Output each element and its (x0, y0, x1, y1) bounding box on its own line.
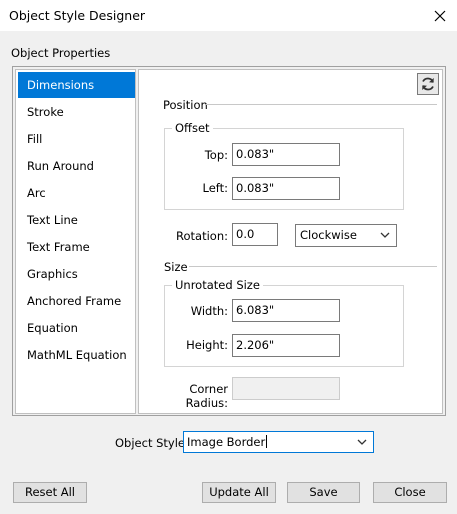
corner-radius-label: Corner Radius: (185, 382, 228, 410)
category-item-dimensions[interactable]: Dimensions (18, 72, 135, 98)
refresh-icon (422, 77, 434, 91)
unrotated-size-caption: Unrotated Size (172, 278, 263, 292)
text-caret (266, 435, 268, 448)
chevron-down-icon (357, 439, 367, 445)
rotation-label: Rotation: (176, 229, 228, 243)
width-input[interactable]: 6.083" (232, 299, 340, 322)
position-divider (206, 104, 437, 105)
category-item-equation[interactable]: Equation (18, 315, 135, 341)
update-all-button[interactable]: Update All (202, 482, 276, 503)
rotation-input[interactable]: 0.0 (232, 223, 278, 246)
rotation-direction-select[interactable]: Clockwise (295, 224, 397, 247)
object-style-label: Object Style: (115, 436, 189, 450)
title-bar: Object Style Designer (0, 0, 457, 31)
height-label: Height: (186, 338, 228, 352)
size-divider (189, 266, 437, 267)
offset-caption: Offset (172, 121, 213, 135)
category-item-anchored-frame[interactable]: Anchored Frame (18, 288, 135, 314)
category-item-fill[interactable]: Fill (18, 126, 135, 152)
close-icon (434, 10, 446, 21)
top-label: Top: (204, 148, 228, 162)
close-window-button[interactable] (423, 0, 457, 31)
left-label: Left: (202, 181, 228, 195)
object-style-value: Image Border (187, 435, 266, 449)
corner-radius-input[interactable] (232, 377, 340, 400)
width-label: Width: (190, 304, 228, 318)
category-item-run-around[interactable]: Run Around (18, 153, 135, 179)
height-input[interactable]: 2.206" (232, 334, 340, 357)
left-offset-input[interactable]: 0.083" (232, 177, 340, 200)
refresh-button[interactable] (417, 73, 439, 95)
category-item-graphics[interactable]: Graphics (18, 261, 135, 287)
category-item-mathml-equation[interactable]: MathML Equation (18, 342, 135, 368)
reset-all-button[interactable]: Reset All (13, 482, 87, 503)
object-properties-label: Object Properties (11, 46, 111, 60)
category-item-arc[interactable]: Arc (18, 180, 135, 206)
close-button[interactable]: Close (373, 482, 447, 503)
category-list[interactable]: Dimensions Stroke Fill Run Around Arc Te… (15, 69, 136, 414)
category-item-stroke[interactable]: Stroke (18, 99, 135, 125)
object-style-select[interactable]: Image Border (183, 431, 374, 453)
size-heading: Size (164, 260, 188, 274)
position-heading: Position (163, 98, 208, 112)
rotation-direction-value: Clockwise (300, 228, 357, 242)
category-item-text-line[interactable]: Text Line (18, 207, 135, 233)
save-button[interactable]: Save (287, 482, 360, 503)
top-offset-input[interactable]: 0.083" (232, 143, 340, 166)
window-title: Object Style Designer (9, 8, 146, 23)
chevron-down-icon (380, 232, 390, 238)
category-item-text-frame[interactable]: Text Frame (18, 234, 135, 260)
